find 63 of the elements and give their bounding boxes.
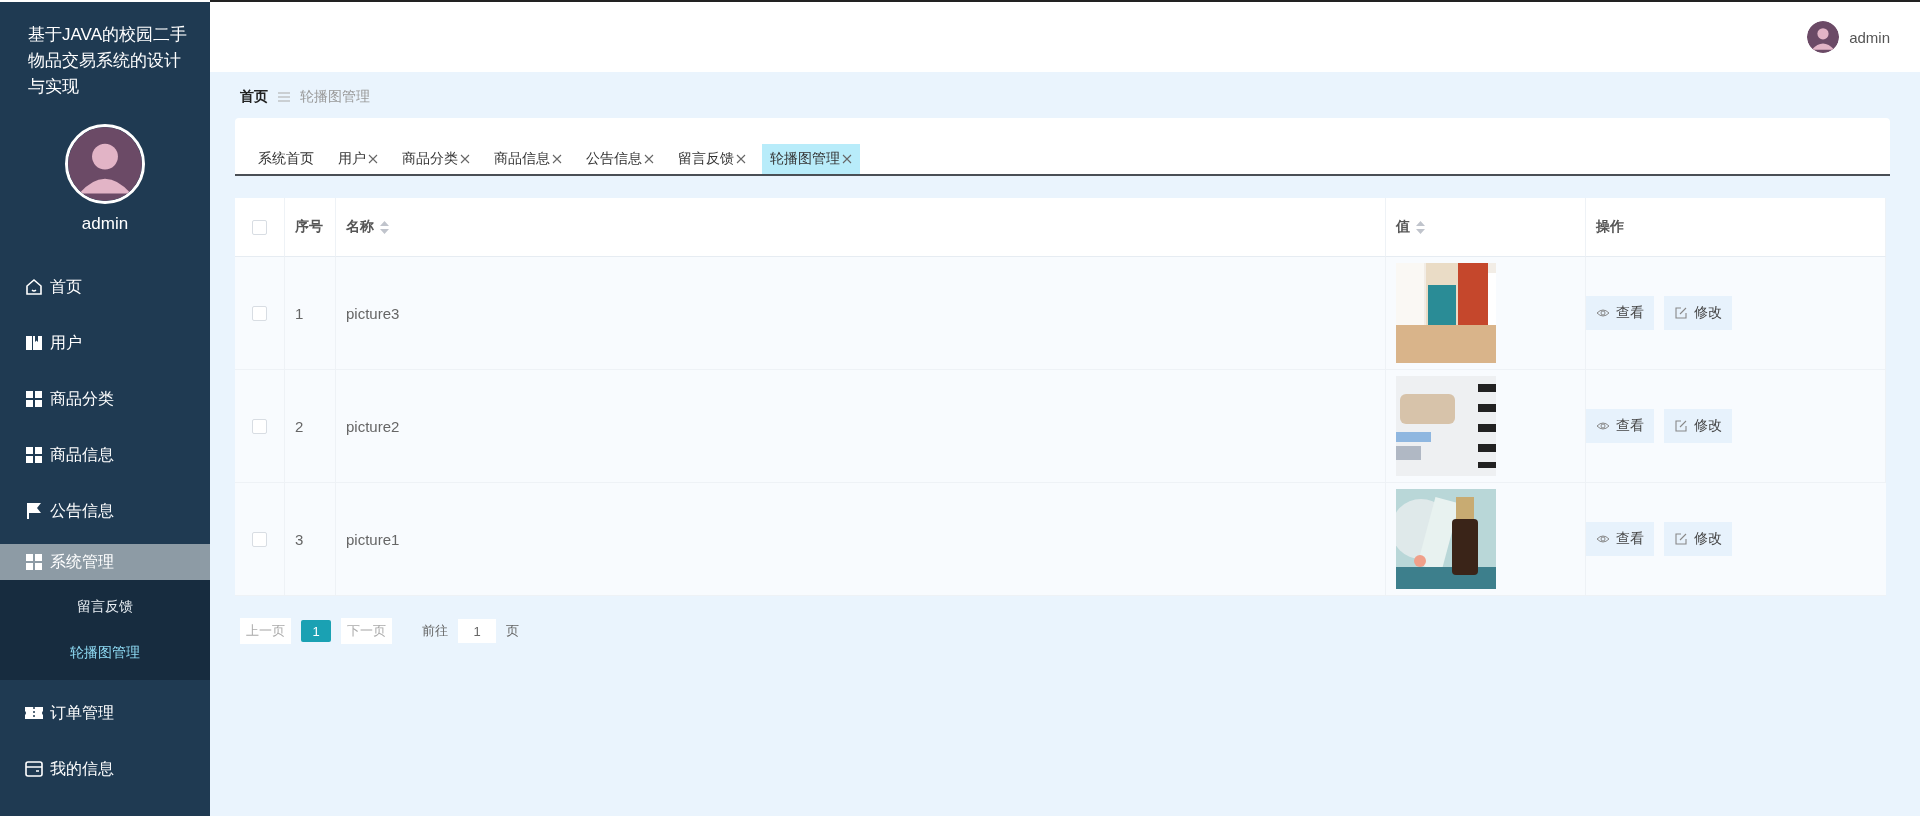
flag-icon	[24, 501, 44, 521]
edit-icon	[1674, 306, 1688, 320]
menu-item[interactable]: 公告信息	[0, 488, 210, 534]
checkbox[interactable]	[252, 219, 267, 235]
view-button[interactable]: 查看	[1586, 409, 1654, 443]
sort-icon	[1416, 220, 1425, 234]
home-icon	[24, 277, 44, 297]
app-title: 基于JAVA的校园二手物品交易系统的设计与实现	[27, 24, 188, 98]
edit-icon	[1674, 532, 1688, 546]
page-input[interactable]: 1	[458, 619, 496, 643]
view-button[interactable]: 查看	[1586, 522, 1654, 556]
close-icon	[644, 154, 654, 164]
close-icon	[552, 154, 562, 164]
menu-item[interactable]: 我的信息	[0, 746, 210, 792]
breadcrumb-item[interactable]: 首页	[240, 88, 268, 106]
book-icon	[24, 333, 44, 353]
table-cell: 2	[295, 417, 304, 435]
eye-icon	[1596, 419, 1610, 433]
edit-button[interactable]: 修改	[1664, 296, 1732, 330]
tab[interactable]: 用户	[330, 144, 386, 174]
user-name: admin	[81, 214, 129, 234]
submenu-item[interactable]: 留言反馈	[0, 584, 210, 630]
edit-button[interactable]: 修改	[1664, 522, 1732, 556]
page-suffix: 页	[506, 622, 519, 640]
eye-icon	[1596, 532, 1610, 546]
menu-item[interactable]: 订单管理	[0, 690, 210, 736]
table-cell: picture3	[346, 304, 400, 322]
tab[interactable]: 轮播图管理	[762, 144, 860, 174]
submenu-item[interactable]: 轮播图管理	[0, 630, 210, 676]
grid-icon	[24, 389, 44, 409]
separator-icon	[278, 92, 290, 102]
edit-icon	[1674, 419, 1688, 433]
breadcrumb-item: 轮播图管理	[300, 88, 370, 106]
edit-button[interactable]: 修改	[1664, 409, 1732, 443]
checkbox[interactable]	[252, 531, 267, 547]
close-icon	[736, 154, 746, 164]
menu-item[interactable]: 商品分类	[0, 376, 210, 422]
table-cell: picture1	[346, 530, 400, 548]
view-button[interactable]: 查看	[1586, 296, 1654, 330]
tab[interactable]: 系统首页	[250, 144, 322, 174]
menu-item[interactable]: 商品信息	[0, 432, 210, 478]
eye-icon	[1596, 306, 1610, 320]
checkbox[interactable]	[252, 305, 267, 321]
checkbox[interactable]	[252, 418, 267, 434]
tab[interactable]: 公告信息	[578, 144, 662, 174]
table-cell: 1	[295, 304, 304, 322]
menu-item[interactable]: 首页	[0, 264, 210, 310]
user-name: admin	[1849, 28, 1890, 46]
grid-icon	[24, 552, 44, 572]
close-icon	[842, 154, 852, 164]
card-icon	[24, 759, 44, 779]
table-cell: 3	[295, 530, 304, 548]
tab[interactable]: 留言反馈	[670, 144, 754, 174]
menu-item[interactable]: 用户	[0, 320, 210, 366]
table-cell: picture2	[346, 417, 400, 435]
tab[interactable]: 商品信息	[486, 144, 570, 174]
grid-icon	[24, 445, 44, 465]
goto-label: 前往	[422, 622, 448, 640]
avatar	[1807, 21, 1840, 53]
tab[interactable]: 商品分类	[394, 144, 478, 174]
close-icon	[368, 154, 378, 164]
close-icon	[460, 154, 470, 164]
sort-icon	[380, 220, 389, 234]
